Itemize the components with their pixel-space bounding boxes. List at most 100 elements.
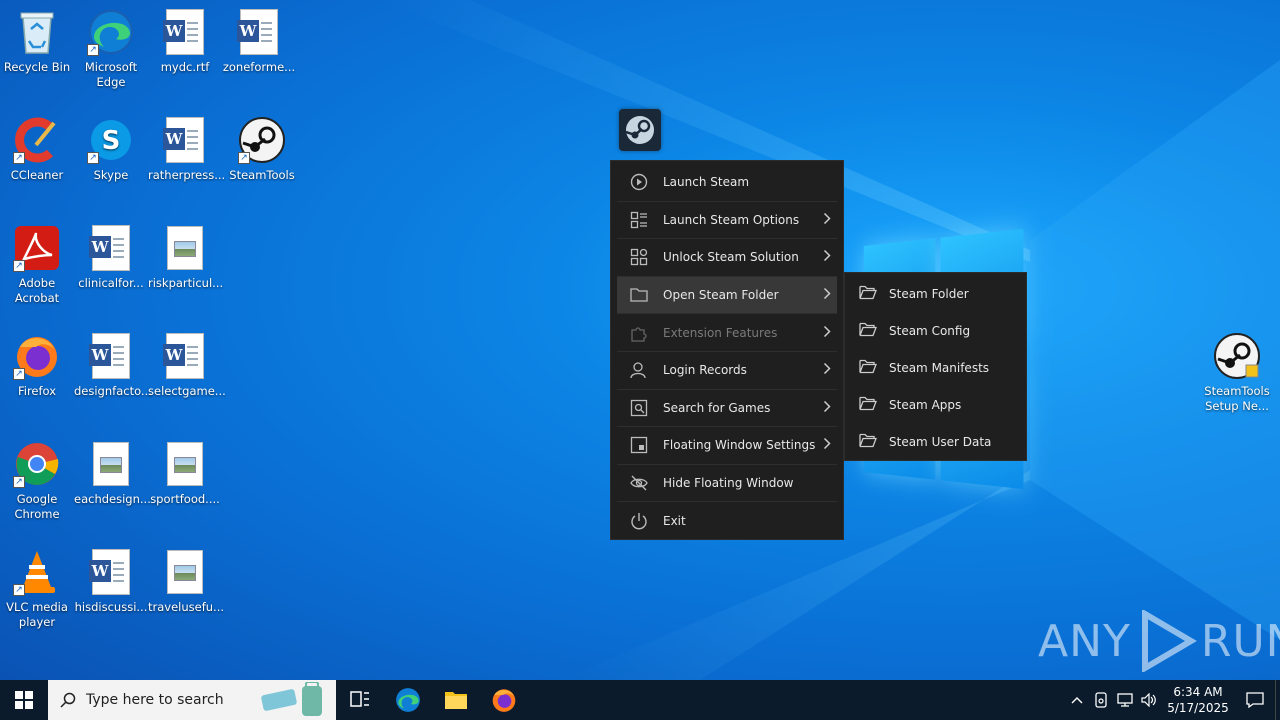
icon-label: Adobe Acrobat <box>14 276 60 305</box>
icon-label: Recycle Bin <box>3 60 71 74</box>
play-circle-icon <box>629 172 649 192</box>
menu-item-login-records[interactable]: Login Records <box>617 352 837 390</box>
desktop-icon-mydc[interactable]: W mydc.rtf <box>148 8 222 75</box>
menu-item-unlock-steam-solution[interactable]: Unlock Steam Solution <box>617 239 837 277</box>
notifications-button[interactable] <box>1235 680 1275 720</box>
menu-item-exit[interactable]: Exit <box>617 502 837 540</box>
desktop-icon-ccleaner[interactable]: ↗ CCleaner <box>0 116 74 183</box>
icon-label: clinicalfor... <box>78 276 144 290</box>
search-placeholder: Type here to search <box>86 692 224 708</box>
menu-item-label: Launch Steam <box>663 175 750 190</box>
shortcut-arrow-icon: ↗ <box>13 476 25 488</box>
chevron-right-icon <box>823 212 831 227</box>
icon-label: VLC media player <box>6 600 68 629</box>
desktop-icon-hisdiscussi[interactable]: W hisdiscussi... <box>74 548 148 615</box>
folder-icon <box>445 692 467 709</box>
shortcut-arrow-icon: ↗ <box>13 260 25 272</box>
show-hidden-icons-button[interactable] <box>1065 680 1089 720</box>
anyrun-watermark: ANY RUN <box>1038 606 1280 676</box>
firefox-icon: ↗ <box>13 332 61 380</box>
submenu-item-label: Steam Folder <box>889 286 969 301</box>
shortcut-arrow-icon: ↗ <box>87 44 99 56</box>
menu-item-extension-features[interactable]: Extension Features <box>617 314 837 352</box>
menu-item-launch-steam[interactable]: Launch Steam <box>617 164 837 202</box>
menu-item-floating-window-settings[interactable]: Floating Window Settings <box>617 427 837 465</box>
image-file-icon <box>87 440 135 488</box>
icon-label: eachdesign... <box>74 492 151 506</box>
taskbar-edge-button[interactable] <box>384 680 432 720</box>
start-button[interactable] <box>0 680 48 720</box>
desktop-icon-zoneforme[interactable]: W zoneforme... <box>222 8 296 75</box>
submenu-item-steam-folder[interactable]: Steam Folder <box>845 275 1026 312</box>
vlc-icon: ↗ <box>13 548 61 596</box>
clock-time: 6:34 AM <box>1173 685 1223 699</box>
search-highlight-illustration-icon <box>261 682 322 716</box>
icon-label: mydc.rtf <box>160 60 210 74</box>
desktop-icon-eachdesign[interactable]: eachdesign... <box>74 440 151 507</box>
desktop-icon-adobe-acrobat[interactable]: ↗ Adobe Acrobat <box>0 224 74 306</box>
icon-label: hisdiscussi... <box>74 600 148 614</box>
tray-network-button[interactable] <box>1113 680 1137 720</box>
desktop-icon-clinicalfor[interactable]: W clinicalfor... <box>74 224 148 291</box>
menu-item-launch-steam-options[interactable]: Launch Steam Options <box>617 202 837 240</box>
desktop-icon-edge[interactable]: ↗ Microsoft Edge <box>74 8 148 90</box>
menu-item-open-steam-folder[interactable]: Open Steam Folder <box>617 276 837 315</box>
system-tray: 6:34 AM 5/17/2025 <box>1065 680 1280 720</box>
submenu-item-steam-user-data[interactable]: Steam User Data <box>845 423 1026 460</box>
menu-item-label: Exit <box>663 514 686 529</box>
desktop-icon-selectgame[interactable]: W selectgame... <box>148 332 226 399</box>
desktop-icon-steamtools[interactable]: ↗ SteamTools <box>225 116 299 183</box>
desktop-icon-riskparticul[interactable]: riskparticul... <box>148 224 223 291</box>
acrobat-icon: ↗ <box>13 224 61 272</box>
task-view-button[interactable] <box>336 680 384 720</box>
watermark-text-left: ANY <box>1038 615 1131 667</box>
shortcut-arrow-icon: ↗ <box>87 152 99 164</box>
desktop-icon-recycle-bin[interactable]: Recycle Bin <box>0 8 74 75</box>
desktop-icon-chrome[interactable]: ↗ Google Chrome <box>0 440 74 522</box>
taskbar-search-box[interactable]: Type here to search <box>48 680 336 720</box>
icon-label: sportfood.... <box>150 492 220 506</box>
icon-label: SteamTools <box>229 168 295 182</box>
menu-item-label: Login Records <box>663 363 747 378</box>
submenu-item-steam-apps[interactable]: Steam Apps <box>845 386 1026 423</box>
submenu-item-steam-config[interactable]: Steam Config <box>845 312 1026 349</box>
task-view-icon <box>350 691 369 707</box>
options-icon <box>629 210 649 230</box>
desktop-icon-skype[interactable]: S ↗ Skype <box>74 116 148 183</box>
taskbar-file-explorer-button[interactable] <box>432 680 480 720</box>
word-document-icon: W <box>235 8 283 56</box>
device-icon <box>1095 692 1107 708</box>
taskbar-firefox-button[interactable] <box>480 680 528 720</box>
recycle-bin-icon <box>13 8 61 56</box>
desktop-icon-ratherpress[interactable]: W ratherpress... <box>148 116 225 183</box>
desktop-icon-firefox[interactable]: ↗ Firefox <box>0 332 74 399</box>
menu-item-hide-floating-window[interactable]: Hide Floating Window <box>617 465 837 503</box>
chevron-right-icon <box>823 250 831 265</box>
icon-label: Microsoft Edge <box>84 60 138 89</box>
show-desktop-button[interactable] <box>1275 680 1280 720</box>
steam-floating-button[interactable] <box>619 109 661 151</box>
image-file-icon <box>161 440 209 488</box>
desktop-icon-designfacto[interactable]: W designfacto... <box>74 332 152 399</box>
shortcut-arrow-icon: ↗ <box>13 152 25 164</box>
play-logo-icon <box>1141 610 1197 672</box>
skype-icon: S ↗ <box>87 116 135 164</box>
tray-device-button[interactable] <box>1089 680 1113 720</box>
steamtools-context-menu: Launch Steam Launch Steam Options Unlock… <box>610 160 844 540</box>
watermark-text-right: RUN <box>1200 615 1280 667</box>
menu-item-search-for-games[interactable]: Search for Games <box>617 390 837 428</box>
desktop-icon-vlc[interactable]: ↗ VLC media player <box>0 548 74 630</box>
icon-label: CCleaner <box>10 168 64 182</box>
eye-off-icon <box>629 473 649 493</box>
puzzle-icon <box>629 323 649 343</box>
desktop-icon-steamtools-setup[interactable]: SteamTools Setup Ne... <box>1200 332 1274 414</box>
taskbar-clock[interactable]: 6:34 AM 5/17/2025 <box>1161 684 1235 716</box>
desktop-icon-travelusefu[interactable]: travelusefu... <box>148 548 224 615</box>
window-icon <box>629 435 649 455</box>
tray-volume-button[interactable] <box>1137 680 1161 720</box>
search-window-icon <box>629 398 649 418</box>
desktop-icon-sportfood[interactable]: sportfood.... <box>148 440 222 507</box>
image-file-icon <box>161 548 209 596</box>
submenu-item-steam-manifests[interactable]: Steam Manifests <box>845 349 1026 386</box>
menu-item-label: Hide Floating Window <box>663 476 794 491</box>
